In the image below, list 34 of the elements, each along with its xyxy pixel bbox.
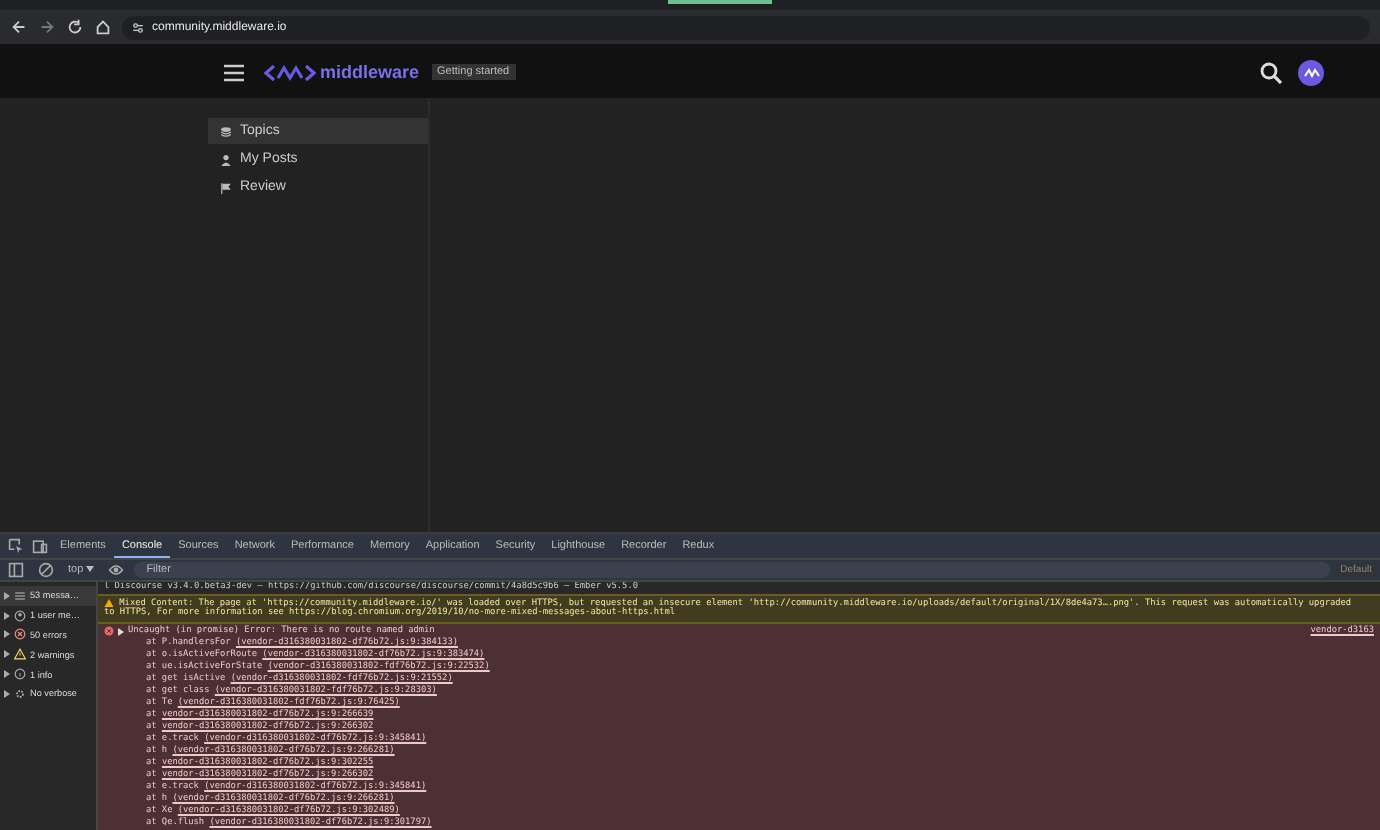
eye-icon[interactable] (108, 562, 125, 578)
flag-icon (220, 181, 232, 193)
expand-arrow-icon[interactable] (4, 650, 10, 659)
verbose-level-icon (14, 687, 26, 700)
expand-arrow-icon[interactable] (4, 670, 10, 679)
back-icon[interactable] (10, 18, 28, 36)
site-info-icon[interactable] (132, 21, 144, 33)
active-tab-indicator (668, 0, 772, 4)
expand-arrow-icon[interactable] (4, 689, 10, 698)
expand-arrow-icon[interactable] (4, 611, 10, 620)
avatar[interactable] (1298, 59, 1324, 85)
clear-icon[interactable] (38, 562, 54, 578)
inspect-icon[interactable] (8, 538, 24, 554)
warning-icon (104, 597, 114, 607)
reload-icon[interactable] (66, 18, 84, 36)
layers-icon (220, 125, 232, 137)
expand-arrow-icon[interactable] (4, 630, 10, 639)
logo-text: middleware (320, 62, 420, 82)
caret-icon[interactable] (86, 566, 95, 572)
expand-arrow-icon[interactable] (118, 627, 124, 636)
logo-icon (264, 63, 316, 81)
expand-arrow-icon[interactable] (4, 591, 10, 600)
menu-icon[interactable] (224, 63, 244, 81)
info-level-icon (14, 668, 26, 681)
home-icon[interactable] (94, 18, 112, 36)
device-toggle-icon[interactable] (32, 538, 48, 554)
warning-level-icon (14, 648, 26, 661)
sidebar-toggle-icon[interactable] (8, 562, 24, 578)
search-icon[interactable] (1260, 61, 1282, 83)
user-level-icon (14, 609, 26, 622)
forward-icon[interactable] (38, 18, 56, 36)
list-level-icon (14, 589, 26, 602)
person-icon (220, 153, 232, 165)
error-level-icon (14, 628, 26, 641)
